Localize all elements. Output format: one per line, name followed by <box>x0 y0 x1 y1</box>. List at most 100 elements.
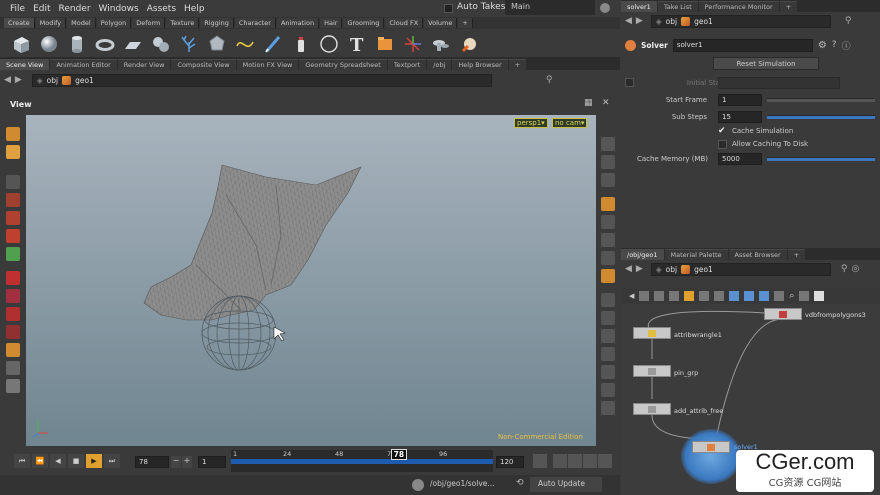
tab-add[interactable]: + <box>787 249 806 260</box>
display-options-icon[interactable] <box>601 137 615 151</box>
play-reverse-icon[interactable]: ◀ <box>50 454 66 468</box>
rotate-tool-icon[interactable] <box>6 211 20 225</box>
point-display-icon[interactable] <box>601 293 615 307</box>
node-solver1[interactable] <box>692 441 730 453</box>
pin-icon[interactable]: ⚲ <box>546 75 553 85</box>
tab-render-view[interactable]: Render View <box>117 59 171 70</box>
jump-start-icon[interactable]: ⏮ <box>14 454 30 468</box>
shelf-tab-create[interactable]: Create <box>4 18 35 28</box>
tab-material-palette[interactable]: Material Palette <box>664 249 728 260</box>
curve-icon[interactable] <box>234 33 256 55</box>
tab-add[interactable]: + <box>779 1 798 12</box>
tab-help-browser[interactable]: Help Browser <box>452 59 508 70</box>
persp-camera-menu[interactable]: persp1▾ <box>514 118 548 128</box>
null-icon[interactable] <box>402 33 424 55</box>
tab-animation-editor[interactable]: Animation Editor <box>50 59 117 70</box>
forward-arrow-icon[interactable]: ▶ <box>636 264 643 274</box>
node-name-field[interactable]: solver1 <box>672 38 813 52</box>
background-image-icon[interactable] <box>814 291 825 301</box>
list-view-icon[interactable] <box>654 291 665 301</box>
reset-simulation-button[interactable]: Reset Simulation <box>713 57 819 70</box>
start-frame-slider[interactable] <box>767 98 875 102</box>
key-icon[interactable] <box>533 454 547 468</box>
tab-textport[interactable]: Textport <box>387 59 427 70</box>
initial-state-toggle[interactable] <box>625 78 634 87</box>
stop-icon[interactable]: ■ <box>68 454 84 468</box>
pin-icon[interactable]: ⚲ <box>841 264 848 274</box>
timeline-track[interactable]: 1 24 48 7 96 78 <box>231 449 493 472</box>
align-icon[interactable] <box>714 291 725 301</box>
vertex-normal-icon[interactable] <box>601 329 615 343</box>
gear-icon[interactable]: ⚙ <box>818 40 827 51</box>
node-vdbfrompolygons3[interactable] <box>764 308 802 320</box>
spray-paint-icon[interactable] <box>290 33 312 55</box>
torus-icon[interactable] <box>94 33 116 55</box>
prim-number-icon[interactable] <box>601 365 615 379</box>
normal-display-icon[interactable] <box>601 311 615 325</box>
lamp-icon[interactable] <box>601 233 615 247</box>
auto-takes-checkbox[interactable] <box>444 4 453 13</box>
start-frame-input[interactable]: 1 <box>718 94 762 106</box>
pose-tool-icon[interactable] <box>6 247 20 261</box>
forward-arrow-icon[interactable]: ▶ <box>15 75 22 85</box>
menu-file[interactable]: File <box>10 4 25 14</box>
select-tool-icon[interactable] <box>6 175 20 189</box>
shelf-tab-volume[interactable]: Volume <box>424 18 458 28</box>
range-options-icon[interactable] <box>598 454 612 468</box>
shelf-tab-rigging[interactable]: Rigging <box>200 18 234 28</box>
path-geo[interactable]: geo1 <box>694 265 713 274</box>
desktop-select[interactable]: Main <box>505 0 595 15</box>
path-obj[interactable]: obj <box>666 265 677 274</box>
shelf-tab-cloudfx[interactable]: Cloud FX <box>385 18 424 28</box>
headlight-icon[interactable] <box>601 215 615 229</box>
collapse-icon[interactable]: ◀ <box>629 292 634 300</box>
cache-simulation-checkbox[interactable]: ✔ <box>718 126 726 136</box>
info-icon[interactable]: ⓘ <box>842 39 851 52</box>
menu-windows[interactable]: Windows <box>99 4 139 14</box>
metaball-icon[interactable] <box>150 33 172 55</box>
current-frame-field[interactable]: 78 <box>135 456 169 468</box>
camera-tool-icon[interactable] <box>6 379 20 393</box>
menu-assets[interactable]: Assets <box>147 4 176 14</box>
l-system-icon[interactable] <box>430 33 452 55</box>
allow-caching-checkbox[interactable] <box>718 140 727 149</box>
cache-memory-slider[interactable] <box>767 157 875 161</box>
shelf-tab-texture[interactable]: Texture <box>166 18 200 28</box>
node-pin-grp[interactable] <box>633 365 671 377</box>
initial-state-field[interactable] <box>718 77 840 89</box>
tab-performance-monitor[interactable]: Performance Monitor <box>698 1 779 12</box>
tree-view-icon[interactable] <box>669 291 680 301</box>
path-obj[interactable]: obj <box>47 76 58 85</box>
frame-increment-button[interactable]: + <box>182 456 192 468</box>
snap-tool-icon[interactable] <box>6 271 20 285</box>
help-icon[interactable]: ? <box>832 40 837 50</box>
tube-icon[interactable] <box>66 33 88 55</box>
jump-end-icon[interactable]: ⏭ <box>104 454 120 468</box>
layout-up-icon[interactable] <box>759 291 770 301</box>
tab-composite-view[interactable]: Composite View <box>171 59 236 70</box>
tab-add[interactable]: + <box>508 59 527 70</box>
sphere-icon[interactable] <box>38 33 60 55</box>
platonic-icon[interactable] <box>206 33 228 55</box>
step-back-icon[interactable]: ⏪ <box>32 454 48 468</box>
grid-icon[interactable] <box>122 33 144 55</box>
shading-icon[interactable] <box>601 269 615 283</box>
search-icon[interactable]: ⌕ <box>789 291 794 301</box>
handle-tool-icon[interactable] <box>6 127 20 141</box>
brush-tool-icon[interactable] <box>6 145 20 159</box>
sub-steps-slider[interactable] <box>767 115 875 119</box>
render-region-icon[interactable] <box>6 343 20 357</box>
chat-icon[interactable] <box>412 479 424 491</box>
close-pane-icon[interactable]: ✕ <box>602 98 610 108</box>
shelf-tab-character[interactable]: Character <box>234 18 276 28</box>
flipbook-icon[interactable] <box>601 401 615 415</box>
rbd-icon[interactable] <box>458 33 480 55</box>
global-anim-icon[interactable] <box>583 454 597 468</box>
network-path-field[interactable]: ◈ obj geo1 <box>650 262 831 276</box>
back-arrow-icon[interactable]: ◀ <box>4 75 11 85</box>
refresh-icon[interactable]: ⟲ <box>516 478 524 488</box>
viewer-path-field[interactable]: ◈ obj geo1 <box>31 73 492 87</box>
play-icon[interactable]: ▶ <box>86 454 102 468</box>
shelf-tab-animation[interactable]: Animation <box>276 18 320 28</box>
box-icon[interactable] <box>10 33 32 55</box>
